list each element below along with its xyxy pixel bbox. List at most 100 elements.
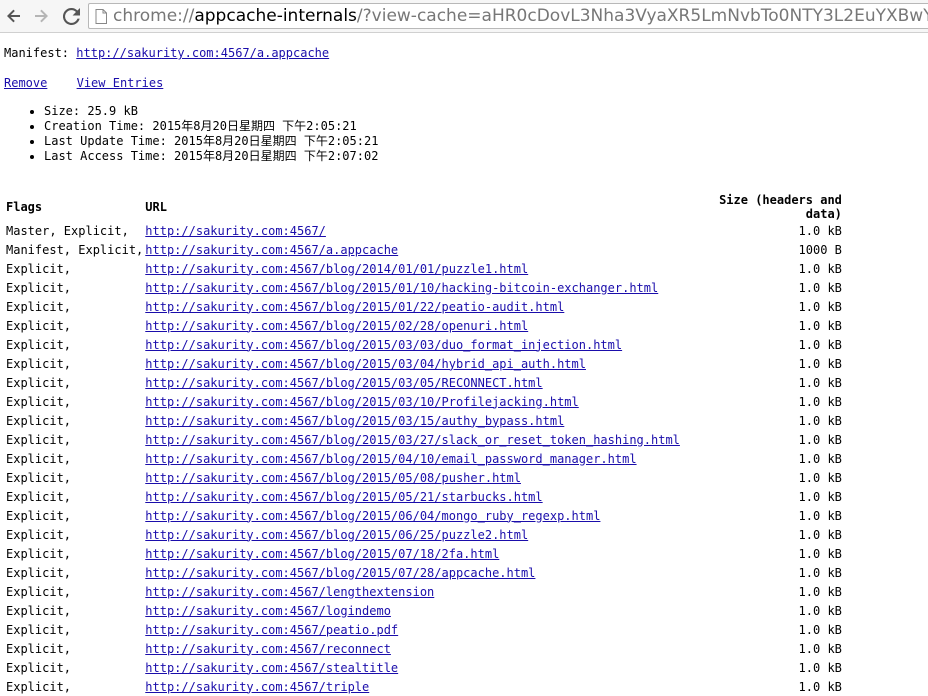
header-url: URL [145, 200, 167, 214]
header-flags: Flags [6, 200, 43, 214]
row-flags: Explicit, [6, 603, 72, 618]
row-flags: Explicit, [6, 451, 72, 466]
arrow-left-icon [7, 9, 20, 23]
row-url-link[interactable]: http://sakurity.com:4567/peatio.pdf [145, 623, 398, 637]
row-url-link[interactable]: http://sakurity.com:4567/blog/2015/03/27… [145, 433, 680, 447]
row-flags: Explicit, [6, 470, 72, 485]
row-url-cell: http://sakurity.com:4567/ [145, 221, 680, 240]
row-url-link[interactable]: http://sakurity.com:4567/lengthextension [145, 585, 434, 599]
row-url-link[interactable]: http://sakurity.com:4567/ [145, 224, 326, 238]
row-url-link[interactable]: http://sakurity.com:4567/blog/2015/02/28… [145, 319, 528, 333]
row-size: 1.0 kB [798, 660, 842, 675]
table-row: Explicit, http://sakurity.com:4567/blog/2… [6, 563, 842, 582]
table-row: Explicit, http://sakurity.com:4567/blog/2… [6, 449, 842, 468]
row-url-link[interactable]: http://sakurity.com:4567/stealtitle [145, 661, 398, 675]
row-url-cell: http://sakurity.com:4567/blog/2015/03/04… [145, 354, 680, 373]
row-url-link[interactable]: http://sakurity.com:4567/blog/2015/05/21… [145, 490, 542, 504]
row-size: 1.0 kB [798, 394, 842, 409]
remove-link[interactable]: Remove [4, 76, 47, 90]
row-flags: Explicit, [6, 318, 72, 333]
row-flags: Explicit, [6, 261, 72, 276]
header-size: Size (headers and data) [719, 193, 842, 221]
row-url-link[interactable]: http://sakurity.com:4567/a.appcache [145, 243, 398, 257]
row-flags: Explicit, [6, 280, 72, 295]
row-url-link[interactable]: http://sakurity.com:4567/blog/2015/03/10… [145, 395, 578, 409]
row-url-cell: http://sakurity.com:4567/blog/2015/07/18… [145, 544, 680, 563]
row-flags: Explicit, [6, 660, 72, 675]
row-url-link[interactable]: http://sakurity.com:4567/blog/2015/04/10… [145, 452, 636, 466]
row-url-cell: http://sakurity.com:4567/blog/2015/03/10… [145, 392, 680, 411]
row-url-cell: http://sakurity.com:4567/lengthextension [145, 582, 680, 601]
view-entries-link[interactable]: View Entries [77, 76, 164, 90]
manifest-link[interactable]: http://sakurity.com:4567/a.appcache [76, 46, 329, 60]
row-size: 1.0 kB [798, 489, 842, 504]
row-url-cell: http://sakurity.com:4567/reconnect [145, 639, 680, 658]
table-row: Explicit, http://sakurity.com:4567/blog/2… [6, 259, 842, 278]
address-url: chrome://appcache-internals/?view-cache=… [113, 6, 928, 26]
row-url-link[interactable]: http://sakurity.com:4567/blog/2015/06/04… [145, 509, 600, 523]
row-url-cell: http://sakurity.com:4567/blog/2015/03/27… [145, 430, 680, 449]
row-url-link[interactable]: http://sakurity.com:4567/blog/2015/03/05… [145, 376, 542, 390]
table-row: Explicit, http://sakurity.com:4567/blog/2… [6, 373, 842, 392]
row-size: 1.0 kB [798, 413, 842, 428]
row-url-cell: http://sakurity.com:4567/blog/2014/01/01… [145, 259, 680, 278]
row-size: 1.0 kB [798, 603, 842, 618]
row-flags: Master, Explicit, [6, 223, 129, 238]
appcache-details: Manifest: http://sakurity.com:4567/a.app… [4, 46, 378, 164]
row-flags: Explicit, [6, 546, 72, 561]
row-url-link[interactable]: http://sakurity.com:4567/blog/2015/03/04… [145, 357, 586, 371]
address-bar[interactable]: chrome://appcache-internals/?view-cache=… [88, 3, 928, 29]
row-url-link[interactable]: http://sakurity.com:4567/blog/2014/01/01… [145, 262, 528, 276]
row-size: 1.0 kB [798, 356, 842, 371]
row-url-link[interactable]: http://sakurity.com:4567/blog/2015/01/10… [145, 281, 658, 295]
row-flags: Explicit, [6, 641, 72, 656]
forward-button[interactable] [30, 5, 52, 27]
manifest-line: Manifest: http://sakurity.com:4567/a.app… [4, 46, 378, 61]
row-url-link[interactable]: http://sakurity.com:4567/blog/2015/06/25… [145, 528, 528, 542]
row-flags: Explicit, [6, 394, 72, 409]
row-size: 1.0 kB [798, 508, 842, 523]
row-flags: Explicit, [6, 375, 72, 390]
row-size: 1000 B [798, 242, 842, 257]
table-row: Explicit, http://sakurity.com:4567/blog/2… [6, 468, 842, 487]
row-size: 1.0 kB [798, 641, 842, 656]
table-row: Explicit, http://sakurity.com:4567/triple… [6, 677, 842, 696]
url-scheme: chrome:// [113, 6, 195, 26]
row-size: 1.0 kB [798, 375, 842, 390]
row-flags: Explicit, [6, 356, 72, 371]
row-url-link[interactable]: http://sakurity.com:4567/blog/2015/07/28… [145, 566, 535, 580]
row-flags: Manifest, Explicit, [6, 242, 144, 257]
row-url-link[interactable]: http://sakurity.com:4567/blog/2015/01/22… [145, 300, 564, 314]
row-flags: Explicit, [6, 299, 72, 314]
row-flags: Explicit, [6, 565, 72, 580]
row-url-cell: http://sakurity.com:4567/stealtitle [145, 658, 680, 677]
row-url-link[interactable]: http://sakurity.com:4567/blog/2015/07/18… [145, 547, 499, 561]
row-size: 1.0 kB [798, 261, 842, 276]
table-row: Explicit, http://sakurity.com:4567/blog/2… [6, 430, 842, 449]
row-flags: Explicit, [6, 337, 72, 352]
back-button[interactable] [3, 5, 25, 27]
row-url-cell: http://sakurity.com:4567/blog/2015/06/25… [145, 525, 680, 544]
row-url-link[interactable]: http://sakurity.com:4567/blog/2015/05/08… [145, 471, 521, 485]
row-flags: Explicit, [6, 489, 72, 504]
row-size: 1.0 kB [798, 622, 842, 637]
info-creation-time: Creation Time: 2015年8月20日星期四 下午2:05:21 [44, 119, 378, 134]
row-url-cell: http://sakurity.com:4567/triple [145, 677, 680, 696]
row-url-cell: http://sakurity.com:4567/blog/2015/05/08… [145, 468, 680, 487]
row-url-link[interactable]: http://sakurity.com:4567/reconnect [145, 642, 391, 656]
row-flags: Explicit, [6, 527, 72, 542]
row-size: 1.0 kB [798, 470, 842, 485]
row-url-link[interactable]: http://sakurity.com:4567/blog/2015/03/03… [145, 338, 622, 352]
row-size: 1.0 kB [798, 546, 842, 561]
row-size: 1.0 kB [798, 451, 842, 466]
table-header-row: Flags URL Size (headers and data) [6, 193, 842, 221]
table-row: Explicit, http://sakurity.com:4567/blog/2… [6, 525, 842, 544]
row-url-link[interactable]: http://sakurity.com:4567/triple [145, 680, 369, 694]
entries-body: Master, Explicit, http://sakurity.com:456… [6, 221, 842, 696]
table-row: Explicit, http://sakurity.com:4567/length… [6, 582, 842, 601]
table-row: Explicit, http://sakurity.com:4567/reconn… [6, 639, 842, 658]
reload-button[interactable] [60, 5, 82, 27]
row-url-link[interactable]: http://sakurity.com:4567/blog/2015/03/15… [145, 414, 564, 428]
row-url-cell: http://sakurity.com:4567/a.appcache [145, 240, 680, 259]
row-url-link[interactable]: http://sakurity.com:4567/logindemo [145, 604, 391, 618]
